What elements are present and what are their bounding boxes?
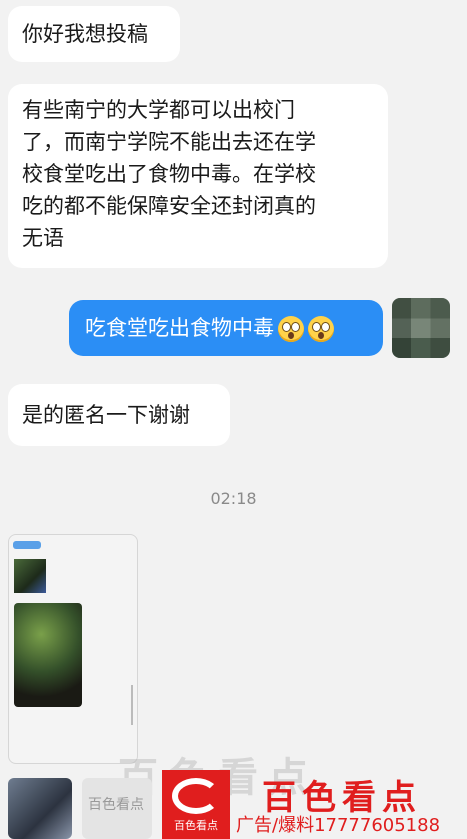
astonished-emoji-icon	[278, 316, 304, 342]
message-line-5: 无语	[22, 226, 64, 250]
message-timestamp: 02:18	[210, 489, 257, 508]
logo-caption: 百色看点	[174, 819, 218, 832]
sent-message-1[interactable]: 吃食堂吃出食物中毒	[69, 300, 383, 356]
astonished-emoji-icon	[308, 316, 334, 342]
hotline-text: 广告/爆料17777605188	[236, 815, 441, 836]
message-line-3: 校食堂吃出了食物中毒。在学校	[22, 162, 316, 186]
tile-caption: 百色看点	[88, 797, 144, 813]
image-tile-2[interactable]: 百色看点	[82, 778, 152, 839]
screenshot-text-block	[15, 717, 119, 757]
received-message-1[interactable]: 你好我想投稿	[8, 6, 180, 62]
message-line-2: 了，而南宁学院不能出去还在学	[22, 130, 316, 154]
message-text: 吃食堂吃出食物中毒	[85, 316, 274, 340]
message-line-4: 吃的都不能保障安全还封闭真的	[22, 194, 316, 218]
received-message-2[interactable]: 有些南宁的大学都可以出校门 了，而南宁学院不能出去还在学 校食堂吃出了食物中毒。…	[8, 84, 388, 268]
screenshot-image-message[interactable]	[8, 534, 138, 764]
screenshot-photo	[14, 603, 82, 707]
screenshot-thumbnail	[14, 559, 46, 593]
message-text: 是的匿名一下谢谢	[22, 403, 190, 427]
swirl-logo-icon	[172, 778, 220, 814]
message-line-1: 有些南宁的大学都可以出校门	[22, 98, 295, 122]
message-text: 你好我想投稿	[22, 22, 148, 46]
user-avatar[interactable]	[392, 298, 450, 358]
received-message-3[interactable]: 是的匿名一下谢谢	[8, 384, 230, 446]
brand-logo: 百色看点	[162, 770, 230, 839]
image-tile-1[interactable]	[8, 778, 72, 839]
screenshot-header-bar	[13, 541, 41, 549]
screenshot-scrollbar	[131, 685, 133, 725]
